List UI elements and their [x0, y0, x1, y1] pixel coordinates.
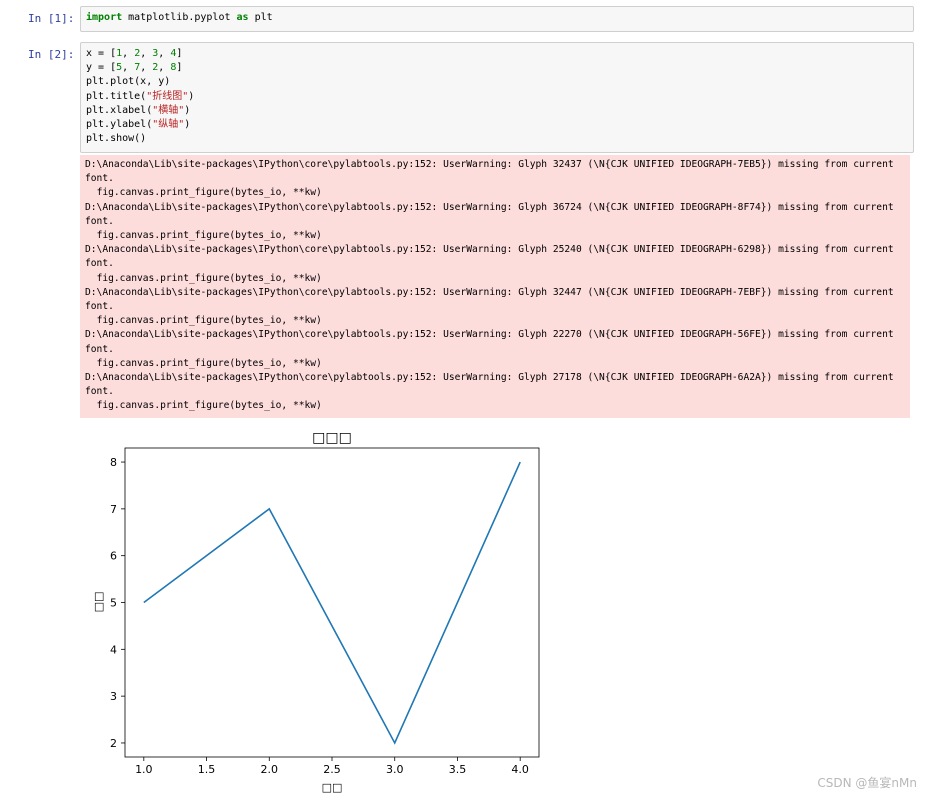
- stderr-line: font.: [85, 343, 114, 355]
- chart-title: □□□: [312, 430, 352, 446]
- code-line: plt.ylabel("纵轴"): [86, 118, 908, 132]
- stderr-line: font.: [85, 258, 114, 270]
- y-tick-label: 6: [110, 550, 117, 563]
- y-tick-label: 4: [110, 643, 117, 656]
- y-axis-label: □□: [92, 592, 105, 613]
- code-token: plt.show(): [86, 133, 147, 145]
- x-tick-label: 4.0: [511, 763, 529, 776]
- code-token: ): [184, 104, 191, 116]
- x-tick-label: 1.0: [135, 763, 153, 776]
- code-token: ,: [140, 62, 153, 74]
- code-token: as: [236, 12, 249, 23]
- stderr-line: D:\Anaconda\Lib\site-packages\IPython\co…: [85, 329, 894, 341]
- code-token: ,: [158, 62, 171, 74]
- code-cell-1[interactable]: In [1]: import matplotlib.pyplot as plt: [0, 6, 931, 32]
- code-line: y = [5, 7, 2, 8]: [86, 61, 908, 75]
- stderr-line: D:\Anaconda\Lib\site-packages\IPython\co…: [85, 201, 894, 213]
- code-token: ): [184, 119, 191, 131]
- stderr-line: font.: [85, 301, 114, 313]
- y-tick-label: 2: [110, 737, 117, 750]
- code-input[interactable]: x = [1, 2, 3, 4] y = [5, 7, 2, 8] plt.plot…: [80, 42, 914, 153]
- stderr-line: fig.canvas.print_figure(bytes_io, **kw): [85, 230, 322, 242]
- code-token: matplotlib.pyplot: [122, 12, 237, 23]
- code-token: ]: [176, 62, 183, 74]
- y-axis: 2 3 4 5 6 7 8: [110, 456, 125, 750]
- code-line: plt.xlabel("横轴"): [86, 104, 908, 118]
- code-line: plt.plot(x, y): [86, 75, 908, 89]
- code-token: ]: [176, 48, 183, 59]
- code-token: plt.plot(x, y): [86, 76, 171, 88]
- code-token: y = [: [86, 62, 117, 74]
- code-token: ,: [122, 48, 135, 59]
- stderr-line: fig.canvas.print_figure(bytes_io, **kw): [85, 357, 322, 369]
- cell-prompt: In [1]:: [28, 12, 75, 25]
- line-chart: □□□ 1.0 1.5 2.0 2.5 3.0 3.5 4.0 2 3 4 5 6 7 8 □□ □□: [92, 430, 540, 794]
- code-token: "横轴": [152, 104, 185, 116]
- stderr-line: D:\Anaconda\Lib\site-packages\IPython\co…: [85, 372, 894, 384]
- stderr-line: D:\Anaconda\Lib\site-packages\IPython\co…: [85, 159, 894, 170]
- x-tick-label: 2.0: [261, 763, 279, 776]
- stderr-line: fig.canvas.print_figure(bytes_io, **kw): [85, 315, 322, 327]
- stderr-line: fig.canvas.print_figure(bytes_io, **kw): [85, 187, 322, 199]
- stderr-output: D:\Anaconda\Lib\site-packages\IPython\co…: [80, 155, 910, 418]
- x-axis: 1.0 1.5 2.0 2.5 3.0 3.5 4.0: [135, 757, 529, 776]
- code-token: plt.ylabel(: [86, 119, 153, 131]
- code-token: ,: [140, 48, 153, 59]
- plot-area: [124, 447, 540, 758]
- stderr-line: D:\Anaconda\Lib\site-packages\IPython\co…: [85, 244, 894, 256]
- x-tick-label: 3.0: [386, 763, 404, 776]
- stderr-line: fig.canvas.print_figure(bytes_io, **kw): [85, 272, 322, 284]
- stderr-line: font.: [85, 173, 114, 185]
- code-line: plt.show(): [86, 132, 908, 146]
- y-tick-label: 3: [110, 690, 117, 703]
- y-tick-label: 5: [110, 597, 117, 610]
- code-token: plt.xlabel(: [86, 104, 153, 116]
- x-axis-label: □□: [322, 781, 343, 794]
- stderr-line: font.: [85, 386, 114, 398]
- y-tick-label: 7: [110, 503, 117, 516]
- code-token: ,: [158, 48, 171, 59]
- y-tick-label: 8: [110, 456, 117, 469]
- watermark: CSDN @鱼宴nMn: [817, 776, 917, 790]
- code-token: import: [86, 12, 123, 23]
- cell-prompt: In [2]:: [28, 48, 75, 61]
- code-input[interactable]: import matplotlib.pyplot as plt: [80, 6, 914, 32]
- code-token: ): [188, 90, 195, 102]
- code-token: "纵轴": [152, 119, 185, 131]
- code-token: plt.title(: [86, 90, 147, 102]
- x-tick-label: 2.5: [323, 763, 341, 776]
- code-line: import matplotlib.pyplot as plt: [86, 11, 908, 25]
- x-tick-label: 1.5: [198, 763, 216, 776]
- x-tick-label: 3.5: [449, 763, 467, 776]
- code-token: "折线图": [146, 90, 189, 102]
- code-token: plt: [248, 12, 273, 23]
- code-line: plt.title("折线图"): [86, 90, 908, 104]
- stderr-line: fig.canvas.print_figure(bytes_io, **kw): [85, 400, 322, 412]
- stderr-line: font.: [85, 215, 114, 227]
- code-token: x = [: [86, 48, 117, 59]
- code-line: x = [1, 2, 3, 4]: [86, 47, 908, 61]
- code-token: ,: [122, 62, 135, 74]
- stderr-line: D:\Anaconda\Lib\site-packages\IPython\co…: [85, 286, 894, 298]
